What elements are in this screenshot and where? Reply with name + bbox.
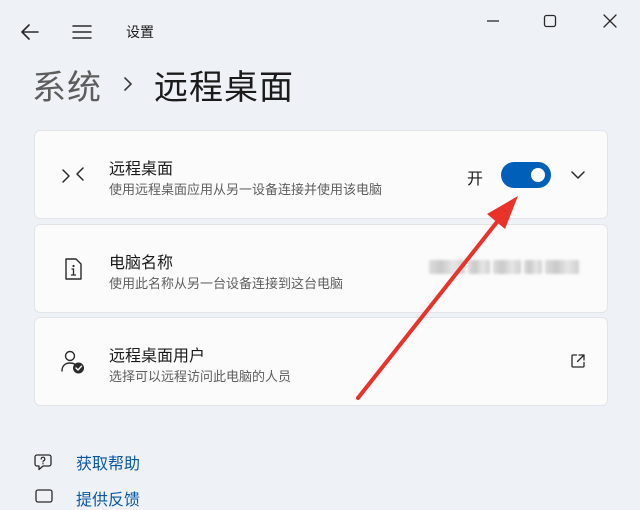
remote-desktop-card[interactable]: 远程桌面 使用远程桌面应用从另一设备连接并使用该电脑 开 — [34, 130, 608, 219]
user-check-icon — [59, 348, 87, 376]
remote-desktop-icon — [59, 161, 87, 189]
close-icon — [603, 14, 617, 28]
pc-info-icon — [59, 255, 87, 283]
navigation-menu-button[interactable] — [66, 16, 98, 48]
app-title: 设置 — [126, 25, 154, 41]
breadcrumb: 系统 远程桌面 — [32, 60, 294, 108]
page-title: 远程桌面 — [154, 67, 294, 108]
minimize-icon — [487, 20, 499, 22]
remote-desktop-subtitle: 使用远程桌面应用从另一设备连接并使用该电脑 — [109, 183, 383, 198]
breadcrumb-separator — [102, 76, 154, 92]
toggle-state-label: 开 — [467, 169, 484, 188]
open-external-button[interactable] — [565, 348, 591, 374]
minimize-button[interactable] — [477, 5, 509, 37]
remote-users-title: 远程桌面用户 — [109, 346, 206, 365]
maximize-icon — [543, 14, 557, 28]
remote-desktop-title: 远程桌面 — [109, 159, 174, 178]
remote-users-card[interactable]: 远程桌面用户 选择可以远程访问此电脑的人员 — [34, 317, 608, 406]
toggle-knob — [531, 168, 545, 182]
pc-name-card: 电脑名称 使用此名称从另一台设备连接到这台电脑 — [34, 224, 608, 313]
back-arrow-icon — [21, 24, 39, 40]
get-help-link-row[interactable]: 获取帮助 — [32, 450, 140, 474]
help-icon — [32, 450, 56, 474]
expand-button[interactable] — [565, 162, 591, 188]
feedback-icon — [32, 486, 56, 510]
pc-name-title: 电脑名称 — [109, 253, 174, 272]
get-help-link[interactable]: 获取帮助 — [76, 450, 140, 474]
chevron-down-icon — [571, 171, 585, 179]
back-button[interactable] — [14, 16, 46, 48]
remote-desktop-toggle[interactable] — [501, 162, 551, 188]
pc-name-subtitle: 使用此名称从另一台设备连接到这台电脑 — [109, 277, 344, 292]
open-external-icon — [571, 354, 585, 368]
maximize-button[interactable] — [534, 5, 566, 37]
remote-users-subtitle: 选择可以远程访问此电脑的人员 — [109, 370, 292, 385]
feedback-link[interactable]: 提供反馈 — [76, 486, 140, 510]
pc-name-value-redacted — [429, 255, 593, 279]
chevron-right-icon — [124, 77, 132, 91]
close-button[interactable] — [594, 5, 626, 37]
hamburger-menu-icon — [72, 25, 92, 39]
feedback-link-row[interactable]: 提供反馈 — [32, 486, 140, 510]
title-bar: 设置 — [0, 0, 640, 58]
breadcrumb-parent-system[interactable]: 系统 — [32, 60, 102, 109]
